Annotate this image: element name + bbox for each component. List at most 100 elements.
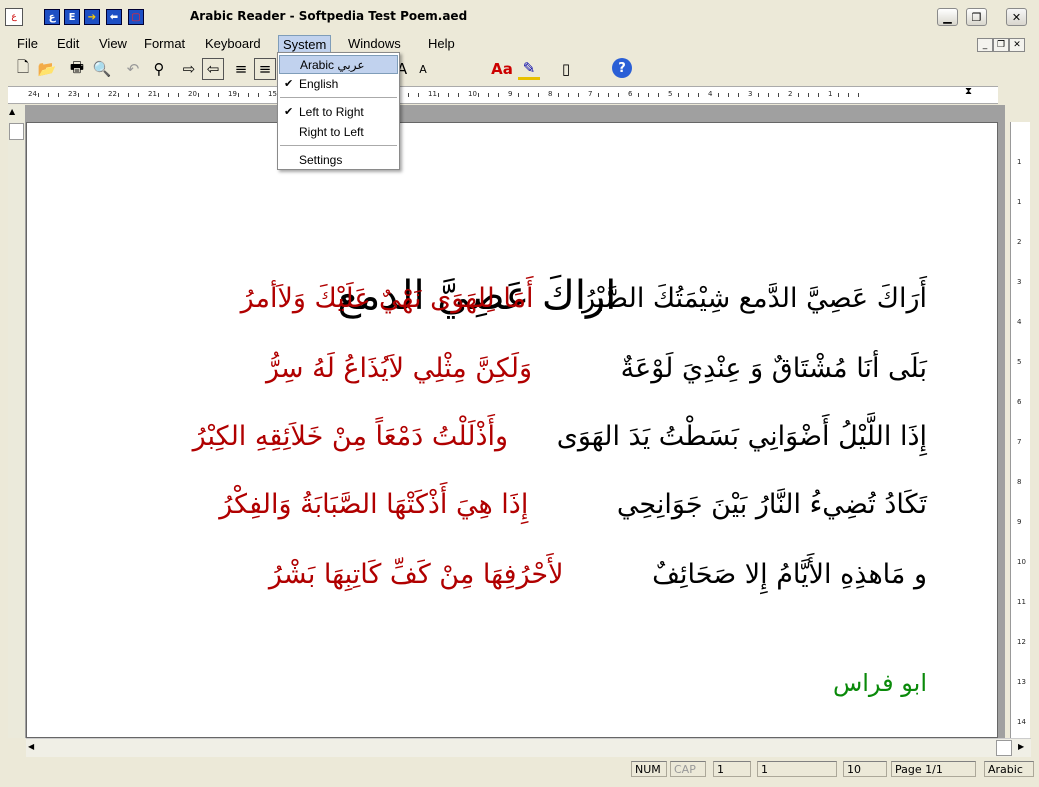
ruler-number: 5 xyxy=(668,90,673,98)
status-field-3: 10 xyxy=(843,761,887,777)
menu-bar: File Edit View Format Keyboard System Wi… xyxy=(0,33,1039,55)
poem-line-5: و مَاهذِهِ الأَيَّامُ إِلا صَحَائِفٌ لأَ… xyxy=(269,559,927,590)
system-menu-dropdown: Arabic عربي ✔ English ✔ Left to Right Ri… xyxy=(277,52,400,170)
mdi-minimize-button[interactable]: _ xyxy=(977,38,993,52)
menu-keyboard[interactable]: Keyboard xyxy=(201,35,265,53)
rtl-arrow-icon[interactable]: ⬅ xyxy=(106,9,122,25)
ruler-number: 8 xyxy=(1017,478,1022,486)
vertical-ruler[interactable]: 1123456789101112131415 xyxy=(1010,122,1030,766)
horizontal-ruler[interactable]: 242322212019151413121110987654321 xyxy=(8,86,998,104)
close-button[interactable]: ✕ xyxy=(1006,8,1027,26)
menu-file[interactable]: File xyxy=(13,35,42,53)
ruler-number: 2 xyxy=(788,90,793,98)
rtl-direction-icon[interactable]: ⇦ xyxy=(202,58,224,80)
font-color-icon[interactable]: Aa xyxy=(491,58,513,80)
margin-marker-icon[interactable]: ⧗ xyxy=(965,86,973,104)
menu-item-english[interactable]: ✔ English xyxy=(279,75,398,94)
mdi-close-button[interactable]: ✕ xyxy=(1009,38,1025,52)
find-icon[interactable]: ⚲ xyxy=(148,58,170,80)
minimize-button[interactable]: ▁ xyxy=(937,8,958,26)
ruler-tick xyxy=(518,93,519,97)
ruler-number: 7 xyxy=(1017,438,1022,446)
status-page: Page 1/1 xyxy=(891,761,976,777)
ruler-number: 3 xyxy=(748,90,753,98)
ruler-tick xyxy=(838,93,839,97)
menu-view[interactable]: View xyxy=(95,35,131,53)
menu-windows[interactable]: Windows xyxy=(344,35,405,53)
horizontal-scrollbar[interactable]: ◀ ▶ xyxy=(26,738,1031,757)
status-cap: CAP xyxy=(670,761,706,777)
ruler-tick xyxy=(688,93,689,97)
ltr-arrow-icon[interactable]: ➔ xyxy=(84,9,100,25)
ruler-tick xyxy=(48,93,49,97)
undo-icon[interactable]: ↶ xyxy=(122,58,144,80)
help-icon[interactable]: ? xyxy=(612,58,632,78)
checkmark-icon: ✔ xyxy=(284,106,294,118)
ruler-tick xyxy=(138,93,139,97)
poet-name: ابو فراس xyxy=(832,669,927,697)
arabic-keyboard-icon[interactable]: ع xyxy=(44,9,60,25)
open-folder-icon[interactable]: 📂 xyxy=(36,58,58,80)
print-preview-icon[interactable]: 🔍 xyxy=(91,58,113,80)
ruler-tick xyxy=(218,93,219,97)
scroll-up-icon[interactable]: ▲ xyxy=(9,107,15,116)
vertical-scrollbar[interactable]: ▲ xyxy=(8,105,25,738)
highlight-icon[interactable]: ✎ xyxy=(518,58,540,80)
menu-item-ltr-label: Left to Right xyxy=(299,105,364,119)
mdi-restore-button[interactable]: ❐ xyxy=(993,38,1009,52)
align-center-icon[interactable]: ≡ xyxy=(254,58,276,80)
menu-item-left-to-right[interactable]: ✔ Left to Right xyxy=(279,103,398,122)
ruler-tick xyxy=(698,93,699,97)
ruler-tick xyxy=(558,93,559,97)
hscroll-thumb[interactable] xyxy=(996,740,1012,756)
ruler-number: 9 xyxy=(508,90,513,98)
ruler-tick xyxy=(778,93,779,97)
stop-icon[interactable]: ▢ xyxy=(128,9,144,25)
menu-separator xyxy=(280,97,397,98)
app-icon[interactable]: ع xyxy=(5,8,23,26)
print-icon[interactable]: 🖶 xyxy=(66,58,88,80)
menu-item-english-label: English xyxy=(299,77,339,91)
scroll-left-icon[interactable]: ◀ xyxy=(28,742,34,751)
ltr-direction-icon[interactable]: ⇨ xyxy=(178,58,200,80)
ruler-number: 22 xyxy=(108,90,117,98)
poem-line-1-second: أَمَا لِلهَوَى نَهْيٌ عَلَيْكَ وَلاَأمرُ xyxy=(240,283,534,314)
ruler-tick xyxy=(38,93,39,97)
new-file-icon[interactable]: 🗋 xyxy=(12,58,34,80)
ruler-number: 5 xyxy=(1017,358,1022,366)
poem-line-1: أَرَاكَ عَصِيَّ الدَّمع شِيْمَتُكَ الصَّ… xyxy=(241,283,927,314)
ruler-number: 20 xyxy=(188,90,197,98)
decrease-font-icon[interactable]: A xyxy=(412,58,434,80)
ruler-tick xyxy=(458,93,459,97)
menu-help[interactable]: Help xyxy=(424,35,459,53)
ruler-number: 19 xyxy=(228,90,237,98)
menu-item-arabic[interactable]: Arabic عربي xyxy=(279,55,398,74)
ruler-tick xyxy=(528,93,529,97)
ruler-tick xyxy=(718,93,719,97)
menu-system[interactable]: System xyxy=(278,35,332,53)
menu-separator xyxy=(280,145,397,146)
scroll-right-icon[interactable]: ▶ xyxy=(1018,742,1024,751)
ruler-tick xyxy=(638,93,639,97)
page-setup-icon[interactable]: ▯ xyxy=(555,58,577,80)
ruler-tick xyxy=(678,93,679,97)
ruler-number: 11 xyxy=(1017,598,1026,606)
menu-edit[interactable]: Edit xyxy=(53,35,83,53)
menu-item-right-to-left[interactable]: Right to Left xyxy=(279,123,398,142)
poem-line-4: تَكَادُ تُضِيءُ النَّارُ بَيْنَ جَوَانِح… xyxy=(219,489,927,520)
menu-format[interactable]: Format xyxy=(140,35,189,53)
menu-item-settings[interactable]: Settings xyxy=(279,151,398,170)
poem-line-2: بَلَى أنَا مُشْتَاقٌ وَ عِنْدِيَ لَوْعَة… xyxy=(266,353,927,384)
align-left-icon[interactable]: ≡ xyxy=(230,58,252,80)
document-page[interactable]: اراكَ عَصِيَّ الدمع أَرَاكَ عَصِيَّ الدَ… xyxy=(26,122,998,738)
english-keyboard-icon[interactable]: E xyxy=(64,9,80,25)
scroll-thumb[interactable] xyxy=(9,123,24,140)
ruler-number: 24 xyxy=(28,90,37,98)
ruler-number: 4 xyxy=(708,90,713,98)
ruler-tick xyxy=(98,93,99,97)
ruler-tick xyxy=(598,93,599,97)
status-bar: NUM CAP 1 1 10 Page 1/1 Arabic xyxy=(0,757,1039,787)
maximize-button[interactable]: ❐ xyxy=(966,8,987,26)
ruler-number: 11 xyxy=(428,90,437,98)
ruler-number: 21 xyxy=(148,90,157,98)
